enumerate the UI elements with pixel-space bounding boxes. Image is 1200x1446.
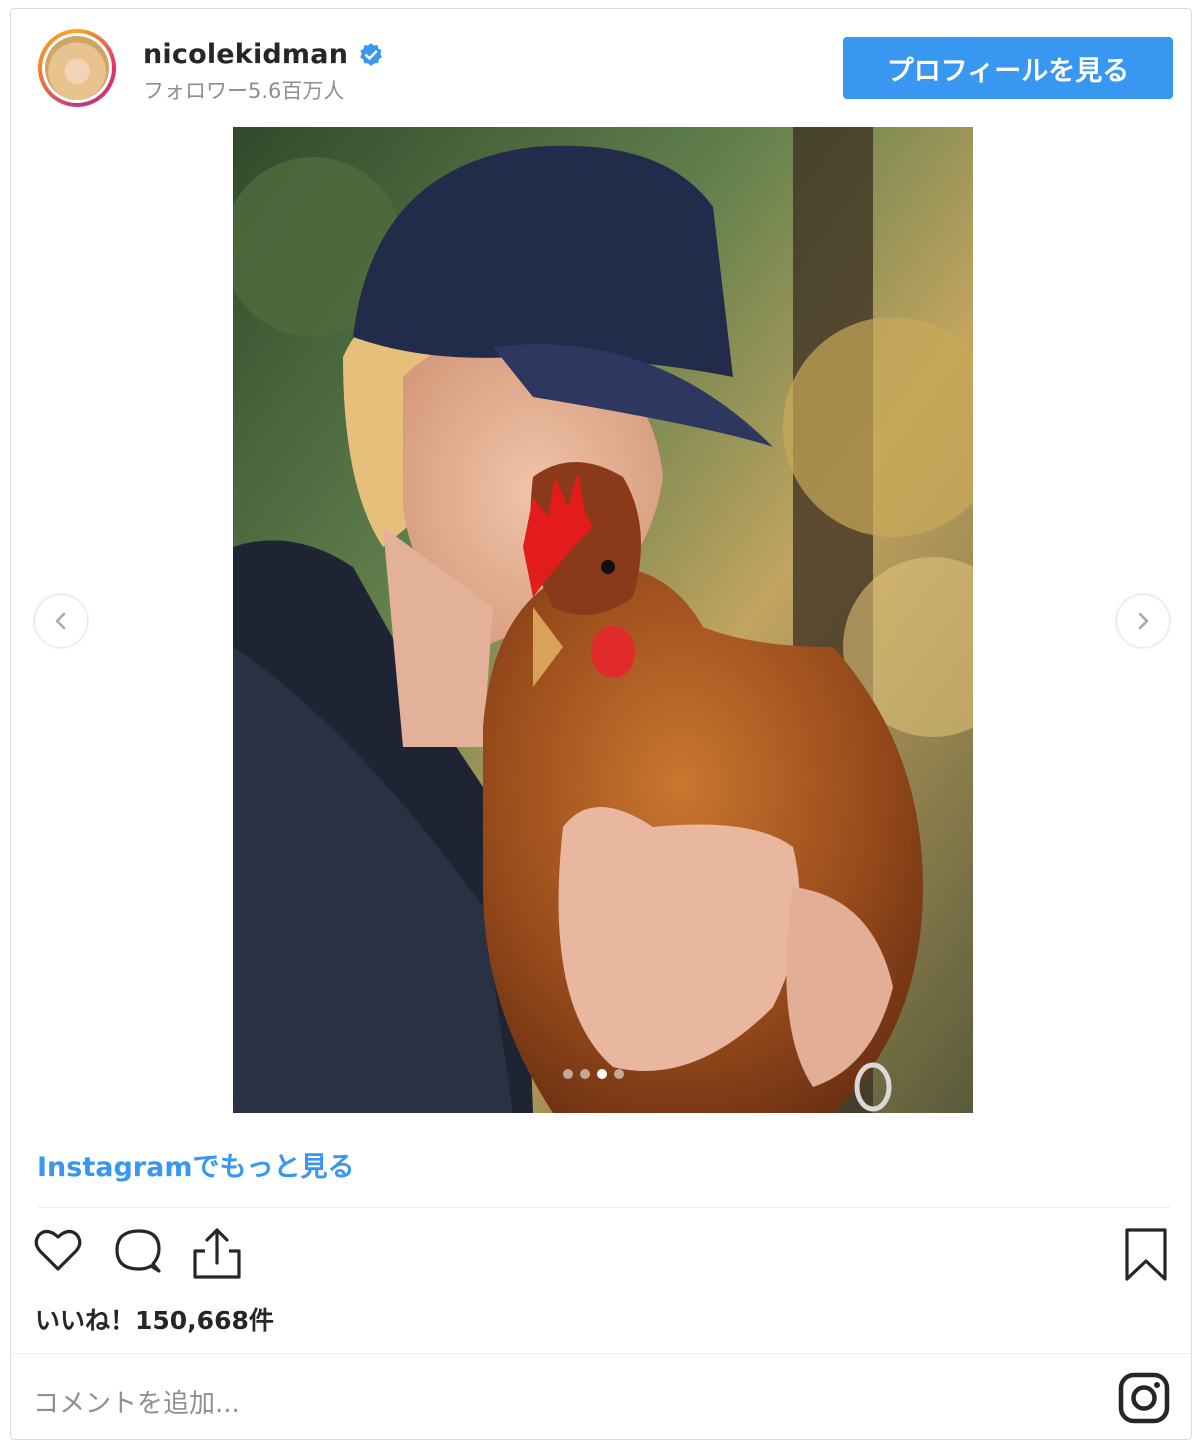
carousel-dot — [580, 1069, 590, 1079]
post-header: nicolekidman フォロワー5.6百万人 プロフィールを見る — [11, 9, 1191, 129]
view-profile-button[interactable]: プロフィールを見る — [843, 37, 1173, 99]
like-count: いいね！150,668件 — [35, 1306, 274, 1335]
chevron-right-icon — [1138, 612, 1149, 630]
carousel-indicator — [563, 1069, 624, 1079]
previous-photo-button[interactable] — [35, 595, 87, 647]
divider — [37, 1207, 1171, 1208]
carousel-dot — [614, 1069, 624, 1079]
follower-count: フォロワー5.6百万人 — [143, 79, 345, 103]
share-icon[interactable] — [191, 1227, 243, 1281]
action-bar — [11, 1223, 1191, 1293]
username-row: nicolekidman — [143, 39, 384, 70]
instagram-embed-card: nicolekidman フォロワー5.6百万人 プロフィールを見る Insta… — [10, 8, 1192, 1440]
comment-icon[interactable] — [113, 1227, 163, 1275]
comment-input[interactable]: コメントを追加... — [33, 1383, 240, 1420]
next-photo-button[interactable] — [1117, 595, 1169, 647]
avatar[interactable] — [38, 29, 116, 107]
view-more-on-instagram-link[interactable]: Instagramでもっと見る — [37, 1145, 354, 1184]
divider — [11, 1353, 1191, 1354]
avatar-image — [42, 33, 112, 103]
heart-icon[interactable] — [33, 1227, 83, 1273]
bookmark-icon[interactable] — [1123, 1227, 1169, 1283]
avatar-photo — [45, 36, 109, 100]
photo-illustration — [233, 127, 973, 1113]
verified-badge-icon — [360, 42, 382, 66]
post-photo[interactable] — [233, 127, 973, 1113]
chevron-left-icon — [55, 612, 66, 630]
username[interactable]: nicolekidman — [143, 39, 348, 70]
instagram-logo-icon[interactable] — [1117, 1371, 1171, 1425]
carousel-dot-active — [597, 1069, 607, 1079]
carousel-dot — [563, 1069, 573, 1079]
